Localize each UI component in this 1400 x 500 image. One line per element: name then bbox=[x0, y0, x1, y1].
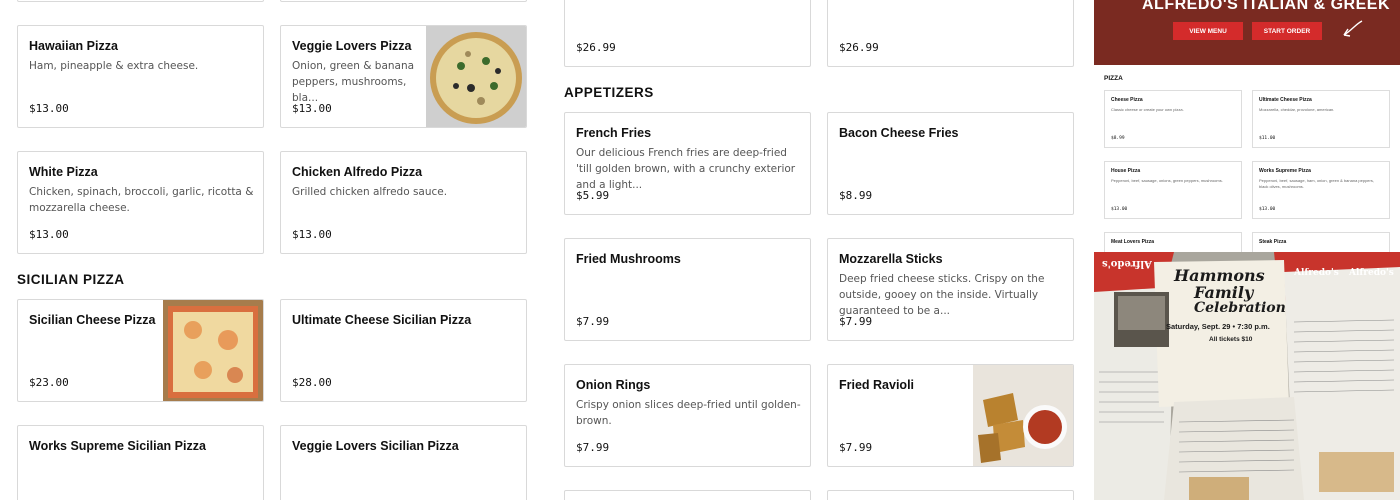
menu-item-sicilian-cheese-pizza[interactable]: Sicilian Cheese Pizza $23.00 bbox=[17, 299, 264, 402]
mini-card: House Pizza Pepperoni, beef, sausage, on… bbox=[1104, 161, 1242, 219]
item-price: $5.99 bbox=[576, 189, 610, 202]
item-price: $26.99 bbox=[576, 41, 616, 54]
sicilian-pizza-photo bbox=[163, 300, 263, 401]
menu-item-partial-top[interactable]: $26.99 bbox=[564, 0, 811, 67]
item-price: $23.00 bbox=[29, 376, 69, 389]
item-description: Onion, green & banana peppers, mushrooms… bbox=[292, 60, 415, 104]
menu-item-partial-top[interactable]: $26.99 bbox=[827, 0, 1074, 67]
restaurant-menus-photo: Alfredo's Alfredo's Alfredo's Hammons Fa… bbox=[1094, 252, 1400, 500]
brand-logo: Alfredo's bbox=[1349, 268, 1394, 278]
menu-item-works-supreme-sicilian-pizza[interactable]: Works Supreme Sicilian Pizza bbox=[17, 425, 264, 500]
item-price: $8.99 bbox=[839, 189, 873, 202]
item-price: $13.00 bbox=[29, 228, 69, 241]
item-name: Veggie Lovers Pizza bbox=[292, 39, 412, 53]
menu-card-partial[interactable] bbox=[564, 490, 811, 500]
section-title-sicilian: SICILIAN PIZZA bbox=[17, 272, 125, 287]
mini-card: Cheese Pizza Classic cheese or create yo… bbox=[1104, 90, 1242, 148]
menu-card-partial[interactable] bbox=[280, 0, 527, 2]
item-name: Works Supreme Sicilian Pizza bbox=[29, 439, 206, 453]
item-description: Grilled chicken alfredo sauce. bbox=[292, 186, 448, 198]
arrow-doodle-icon bbox=[1343, 20, 1363, 37]
menu-item-fried-ravioli[interactable]: Fried Ravioli $7.99 bbox=[827, 364, 1074, 467]
item-price: $26.99 bbox=[839, 41, 879, 54]
view-menu-button[interactable]: VIEW MENU bbox=[1173, 22, 1243, 40]
menu-item-bacon-cheese-fries[interactable]: Bacon Cheese Fries $8.99 bbox=[827, 112, 1074, 215]
menu-item-veggie-lovers-sicilian-pizza[interactable]: Veggie Lovers Sicilian Pizza bbox=[280, 425, 527, 500]
menu-preview-thumbnail: PIZZA Cheese Pizza Classic cheese or cre… bbox=[1094, 65, 1400, 252]
item-price: $13.00 bbox=[292, 102, 332, 115]
menu-item-mozzarella-sticks[interactable]: Mozzarella Sticks Deep fried cheese stic… bbox=[827, 238, 1074, 341]
mini-desc: Mozzarella, cheddar, provolone, american… bbox=[1259, 107, 1335, 112]
mini-card: Ultimate Cheese Pizza Mozzarella, chedda… bbox=[1252, 90, 1390, 148]
item-price: $13.00 bbox=[29, 102, 69, 115]
mini-price: $11.00 bbox=[1259, 136, 1276, 141]
item-name: French Fries bbox=[576, 126, 652, 140]
mini-section-title: PIZZA bbox=[1104, 75, 1123, 82]
mini-name: Works Supreme Pizza bbox=[1259, 168, 1311, 174]
item-price: $7.99 bbox=[839, 441, 873, 454]
start-order-button[interactable]: START ORDER bbox=[1252, 22, 1322, 40]
item-name: Bacon Cheese Fries bbox=[839, 126, 959, 140]
item-name: Onion Rings bbox=[576, 378, 651, 392]
mini-card: Meat Lovers Pizza bbox=[1104, 232, 1242, 252]
flyer-subtitle: Celebration bbox=[1194, 300, 1286, 316]
item-description: Ham, pineapple & extra cheese. bbox=[29, 60, 199, 72]
item-price: $7.99 bbox=[839, 315, 873, 328]
item-description: Our delicious French fries are deep-frie… bbox=[576, 147, 796, 191]
veggie-pizza-photo bbox=[426, 26, 526, 127]
item-description: Deep fried cheese sticks. Crispy on the … bbox=[839, 273, 1045, 317]
mini-card: Steak Pizza bbox=[1252, 232, 1390, 252]
flyer-tickets: All tickets $10 bbox=[1209, 336, 1253, 343]
item-name: Ultimate Cheese Sicilian Pizza bbox=[292, 313, 472, 327]
menu-item-veggie-lovers-pizza[interactable]: Veggie Lovers Pizza Onion, green & banan… bbox=[280, 25, 527, 128]
brand-logo-upside-down: Alfredo's bbox=[1102, 258, 1152, 269]
menu-item-hawaiian-pizza[interactable]: Hawaiian Pizza Ham, pineapple & extra ch… bbox=[17, 25, 264, 128]
mini-price: $13.00 bbox=[1259, 207, 1276, 212]
mini-name: Meat Lovers Pizza bbox=[1111, 239, 1155, 245]
item-name: Mozzarella Sticks bbox=[839, 252, 943, 266]
item-price: $7.99 bbox=[576, 315, 610, 328]
flyer-date: Saturday, Sept. 29 • 7:30 p.m. bbox=[1166, 322, 1270, 331]
mini-desc: Pepperoni, beef, sausage, ham, onion, gr… bbox=[1259, 178, 1374, 189]
mini-price: $8.99 bbox=[1111, 136, 1125, 141]
menu-item-white-pizza[interactable]: White Pizza Chicken, spinach, broccoli, … bbox=[17, 151, 264, 254]
item-description: Crispy onion slices deep-fried until gol… bbox=[576, 399, 801, 427]
item-name: Fried Ravioli bbox=[839, 378, 915, 392]
hero-banner: ALFREDO'S ITALIAN & GREEK VIEW MENU STAR… bbox=[1094, 0, 1400, 65]
item-description: Chicken, spinach, broccoli, garlic, rico… bbox=[29, 186, 254, 214]
mini-price: $13.00 bbox=[1111, 207, 1128, 212]
menu-item-ultimate-cheese-sicilian-pizza[interactable]: Ultimate Cheese Sicilian Pizza $28.00 bbox=[280, 299, 527, 402]
menu-card-partial[interactable] bbox=[17, 0, 264, 2]
fried-ravioli-photo bbox=[973, 365, 1073, 466]
brand-logo: Alfredo's bbox=[1294, 268, 1339, 278]
mini-desc: Pepperoni, beef, sausage, onions, green … bbox=[1111, 178, 1223, 183]
mini-desc: Classic cheese or create your own pizza. bbox=[1111, 107, 1184, 112]
item-name: White Pizza bbox=[29, 165, 98, 179]
item-price: $28.00 bbox=[292, 376, 332, 389]
item-price: $7.99 bbox=[576, 441, 610, 454]
section-title-appetizers: APPETIZERS bbox=[564, 85, 654, 100]
item-name: Hawaiian Pizza bbox=[29, 39, 118, 53]
item-name: Fried Mushrooms bbox=[576, 252, 681, 266]
menu-item-chicken-alfredo-pizza[interactable]: Chicken Alfredo Pizza Grilled chicken al… bbox=[280, 151, 527, 254]
mini-name: House Pizza bbox=[1111, 168, 1141, 174]
hero-title: ALFREDO'S ITALIAN & GREEK bbox=[1142, 0, 1391, 13]
mini-name: Steak Pizza bbox=[1259, 239, 1287, 245]
menu-item-fried-mushrooms[interactable]: Fried Mushrooms $7.99 bbox=[564, 238, 811, 341]
item-name: Veggie Lovers Sicilian Pizza bbox=[292, 439, 459, 453]
item-name: Sicilian Cheese Pizza bbox=[29, 313, 156, 327]
item-price: $13.00 bbox=[292, 228, 332, 241]
item-name: Chicken Alfredo Pizza bbox=[292, 165, 423, 179]
mini-card: Works Supreme Pizza Pepperoni, beef, sau… bbox=[1252, 161, 1390, 219]
menu-card-partial[interactable] bbox=[827, 490, 1074, 500]
mini-name: Cheese Pizza bbox=[1111, 97, 1143, 103]
mini-name: Ultimate Cheese Pizza bbox=[1259, 97, 1312, 103]
menu-item-onion-rings[interactable]: Onion Rings Crispy onion slices deep-fri… bbox=[564, 364, 811, 467]
menu-item-french-fries[interactable]: French Fries Our delicious French fries … bbox=[564, 112, 811, 215]
